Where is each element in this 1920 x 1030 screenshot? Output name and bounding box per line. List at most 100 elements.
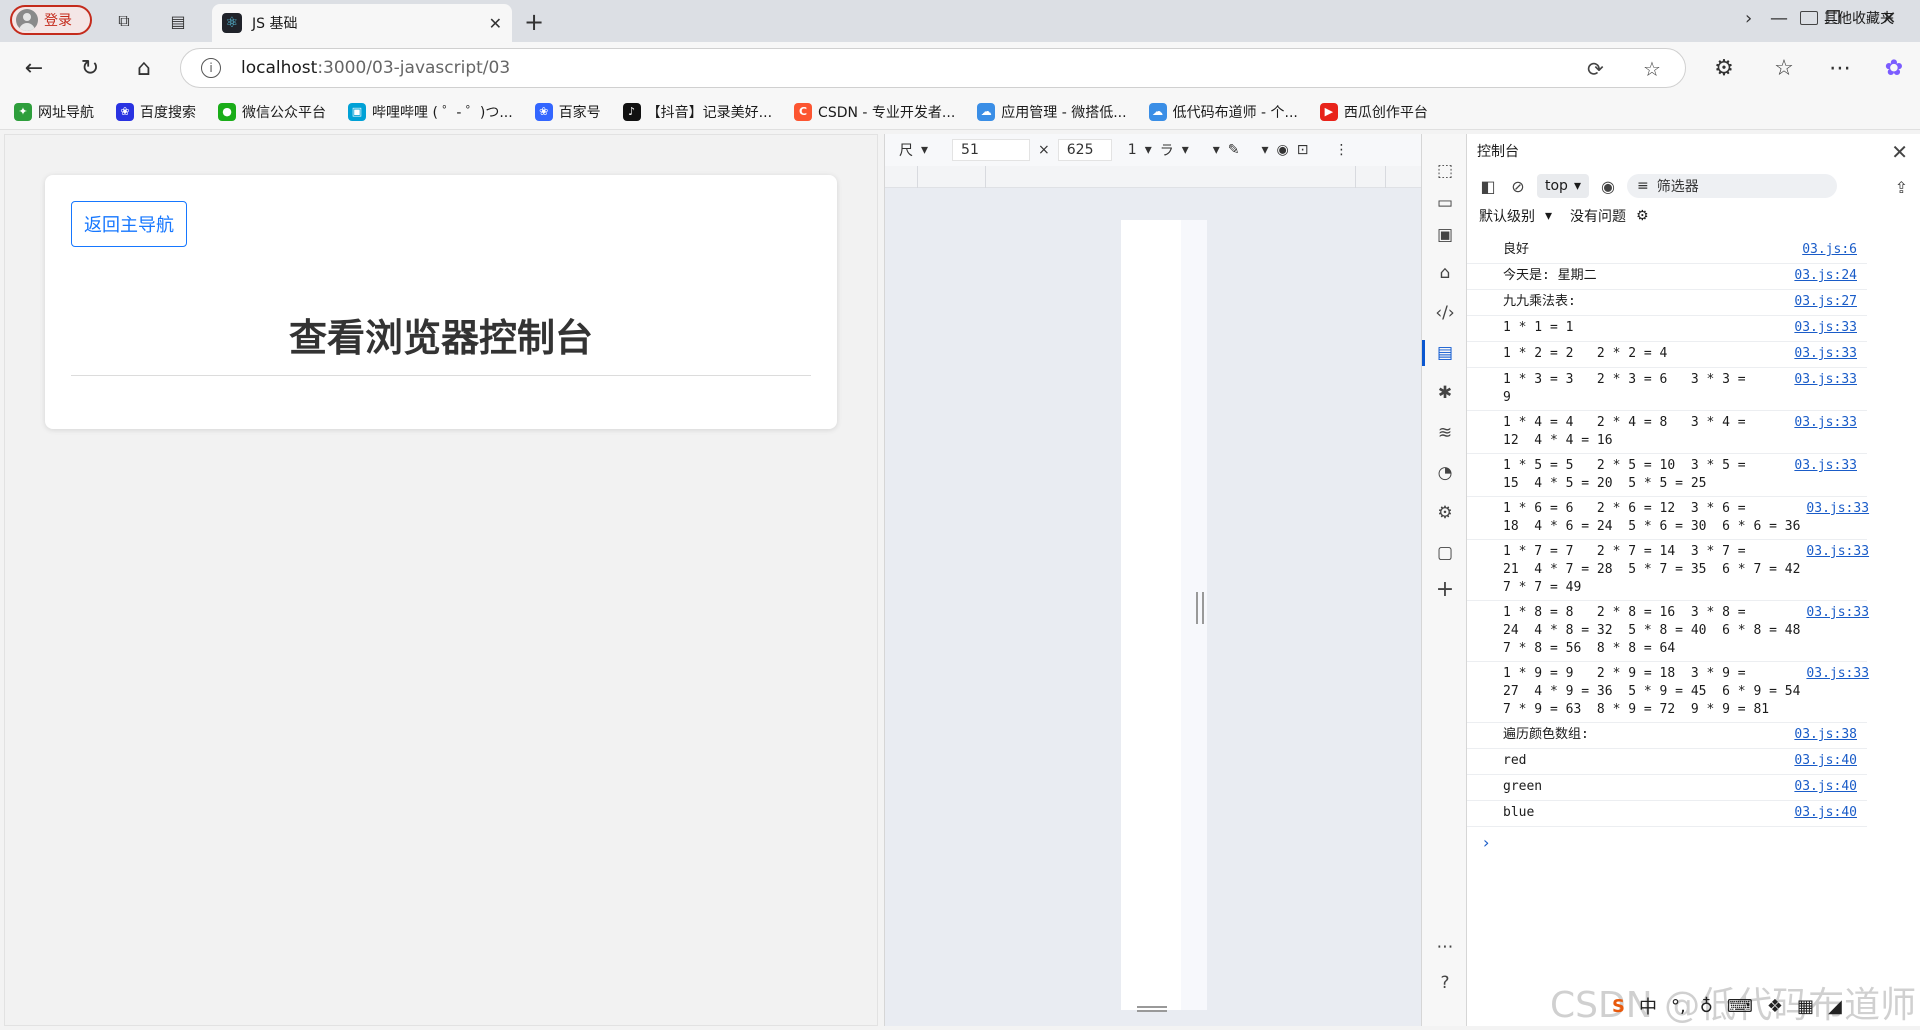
network-wifi-icon[interactable]: ≋	[1432, 420, 1458, 446]
help-icon[interactable]: ?	[1432, 970, 1458, 996]
console-panel-icon[interactable]: ▤	[1432, 340, 1458, 366]
log-level-select[interactable]: 默认级别	[1479, 206, 1535, 226]
back-to-nav-button[interactable]: 返回主导航	[71, 201, 187, 247]
translate-icon[interactable]: ⟳	[1587, 57, 1604, 81]
elements-code-icon[interactable]: ‹/›	[1432, 300, 1458, 326]
toolbox-grid-icon[interactable]: ▦	[1797, 996, 1814, 1017]
application-icon[interactable]: ▢	[1432, 540, 1458, 566]
resize-handle-right[interactable]	[1196, 592, 1204, 624]
bookmark-item[interactable]: ☁ 应用管理 - 微搭低...	[977, 102, 1127, 122]
issues-link[interactable]: 没有问题	[1570, 206, 1626, 226]
level-caret-icon[interactable]: ▾	[1545, 208, 1552, 224]
console-source-link[interactable]: 03.js:33	[1788, 371, 1857, 389]
welcome-home-icon[interactable]: ⌂	[1432, 260, 1458, 286]
workspaces-icon[interactable]: ⧉	[112, 9, 136, 33]
site-info-icon[interactable]: i	[201, 58, 221, 78]
punctuation-icon[interactable]: °,	[1671, 996, 1686, 1017]
console-source-link[interactable]: 03.js:33	[1788, 345, 1857, 363]
rotate-caret-icon[interactable]: ▾	[1213, 142, 1220, 158]
zoom-caret-icon[interactable]: ▾	[1145, 142, 1152, 158]
dock-side-icon[interactable]: ⇪	[1895, 178, 1908, 197]
add-tool-plus-icon[interactable]: +	[1432, 576, 1458, 602]
bookmark-item[interactable]: ✦ 网址导航	[14, 102, 94, 122]
console-source-link[interactable]: 03.js:40	[1788, 752, 1857, 770]
device-more-icon[interactable]: ⋮	[1335, 142, 1349, 158]
console-source-link[interactable]: 03.js:40	[1788, 804, 1857, 822]
reload-icon[interactable]: ↻	[76, 54, 104, 82]
zoom-dropdown[interactable]: 1	[1128, 142, 1137, 158]
home-icon[interactable]: ⌂	[130, 54, 158, 82]
bookmark-item[interactable]: ❀ 百家号	[534, 102, 601, 122]
bookmark-item[interactable]: ▶ 西瓜创作平台	[1319, 102, 1428, 122]
console-prompt-chevron-icon[interactable]: ›	[1467, 827, 1867, 852]
resize-handle-bottom[interactable]	[1137, 1006, 1167, 1012]
favorite-star-icon[interactable]: ☆	[1643, 57, 1661, 81]
tab-actions-icon[interactable]: ▤	[166, 9, 190, 33]
console-source-link[interactable]: 03.js:33	[1788, 414, 1857, 432]
inspect-element-icon[interactable]: ⬚	[1432, 158, 1458, 184]
ime-mode[interactable]: 中	[1639, 993, 1657, 1019]
eyedropper-icon[interactable]: ✎	[1228, 142, 1240, 158]
device-height-input[interactable]: 625	[1057, 139, 1112, 161]
device-width-input[interactable]: 51	[952, 139, 1031, 161]
console-source-link[interactable]: 03.js:6	[1796, 241, 1857, 259]
throttle-dropdown[interactable]: ラ	[1160, 140, 1174, 160]
context-select[interactable]: top ▾	[1537, 174, 1589, 198]
console-source-link[interactable]: 03.js:38	[1788, 726, 1857, 744]
console-source-link[interactable]: 03.js:33	[1800, 665, 1869, 683]
dropdown-caret-icon[interactable]: ▾	[921, 142, 928, 158]
minimize-icon[interactable]: —	[1764, 8, 1794, 29]
clear-console-icon[interactable]: ⊘	[1507, 175, 1529, 197]
device-toolbar-icon[interactable]: ▭	[1432, 190, 1458, 216]
more-menu-icon[interactable]: ⋯	[1826, 54, 1854, 82]
keyboard-icon[interactable]: ⌨	[1727, 996, 1753, 1017]
skin-icon[interactable]: ❖	[1767, 996, 1783, 1017]
live-expression-eye-icon[interactable]: ◉	[1597, 175, 1619, 197]
favorites-icon[interactable]: ☆	[1770, 54, 1798, 82]
url-field[interactable]: i localhost :3000/03-javascript/03 ⟳ ☆	[180, 48, 1686, 88]
console-source-link[interactable]: 03.js:27	[1788, 293, 1857, 311]
console-source-link[interactable]: 03.js:33	[1800, 604, 1869, 622]
dimensions-dropdown[interactable]: 尺	[899, 140, 913, 160]
bookmark-item[interactable]: ❀ 百度搜索	[116, 102, 196, 122]
console-level-bar: 默认级别 ▾ 没有问题 ⚙	[1467, 204, 1867, 228]
console-source-link[interactable]: 03.js:24	[1788, 267, 1857, 285]
close-devtools-icon[interactable]: ✕	[1891, 140, 1908, 164]
microphone-icon[interactable]: ♁	[1700, 996, 1713, 1017]
ime-settings-icon[interactable]: ◢	[1828, 996, 1842, 1017]
profile-login-button[interactable]: 登录	[10, 5, 92, 35]
copilot-icon[interactable]: ✿	[1880, 54, 1908, 82]
tab-js-basics[interactable]: ⚛ JS 基础 ✕	[212, 4, 512, 42]
close-tab-icon[interactable]: ✕	[489, 14, 502, 33]
bookmark-item[interactable]: C CSDN - 专业开发者...	[794, 102, 955, 122]
bookmark-item[interactable]: ▣ 哔哩哔哩 ( ゜- ゜)つ...	[348, 102, 513, 122]
vision-icon[interactable]: ◉	[1277, 142, 1289, 158]
bookmark-item[interactable]: ● 微信公众平台	[218, 102, 326, 122]
console-source-link[interactable]: 03.js:40	[1788, 778, 1857, 796]
debugger-bug-icon[interactable]: ✱	[1432, 380, 1458, 406]
new-tab-icon[interactable]: +	[524, 8, 544, 36]
panel-toggle-icon[interactable]: ▣	[1432, 222, 1458, 248]
more-caret-icon[interactable]: ▾	[1262, 142, 1269, 158]
console-source-link[interactable]: 03.js:33	[1788, 319, 1857, 337]
sidebar-toggle-icon[interactable]: ◧	[1477, 175, 1499, 197]
performance-gauge-icon[interactable]: ◔	[1432, 460, 1458, 486]
url-host: localhost	[241, 58, 318, 78]
memory-chip-icon[interactable]: ⚙	[1432, 500, 1458, 526]
bookmark-item[interactable]: ♪ 【抖音】记录美好...	[622, 102, 772, 122]
bookmark-item[interactable]: ☁ 低代码布道师 - 个...	[1148, 102, 1298, 122]
filter-input[interactable]: ≡ 筛选器	[1626, 174, 1837, 198]
sogou-ime-icon[interactable]: S	[1612, 996, 1625, 1017]
other-bookmarks-folder[interactable]: 其他收藏夹	[1800, 8, 1894, 28]
console-source-link[interactable]: 03.js:33	[1788, 457, 1857, 475]
device-posture-icon[interactable]: ⊡	[1297, 142, 1309, 158]
more-tools-ellipsis-icon[interactable]: ⋯	[1432, 934, 1458, 960]
ime-tray: S 中 °, ♁ ⌨ ❖ ▦ ◢	[1612, 992, 1842, 1020]
bookmarks-overflow-chevron-icon[interactable]: ›	[1745, 8, 1752, 29]
back-arrow-icon[interactable]: ←	[20, 54, 48, 82]
console-settings-gear-icon[interactable]: ⚙	[1636, 208, 1649, 224]
throttle-caret-icon[interactable]: ▾	[1182, 142, 1189, 158]
console-source-link[interactable]: 03.js:33	[1800, 543, 1869, 561]
console-source-link[interactable]: 03.js:33	[1800, 500, 1869, 518]
extensions-icon[interactable]: ⚙	[1710, 54, 1738, 82]
